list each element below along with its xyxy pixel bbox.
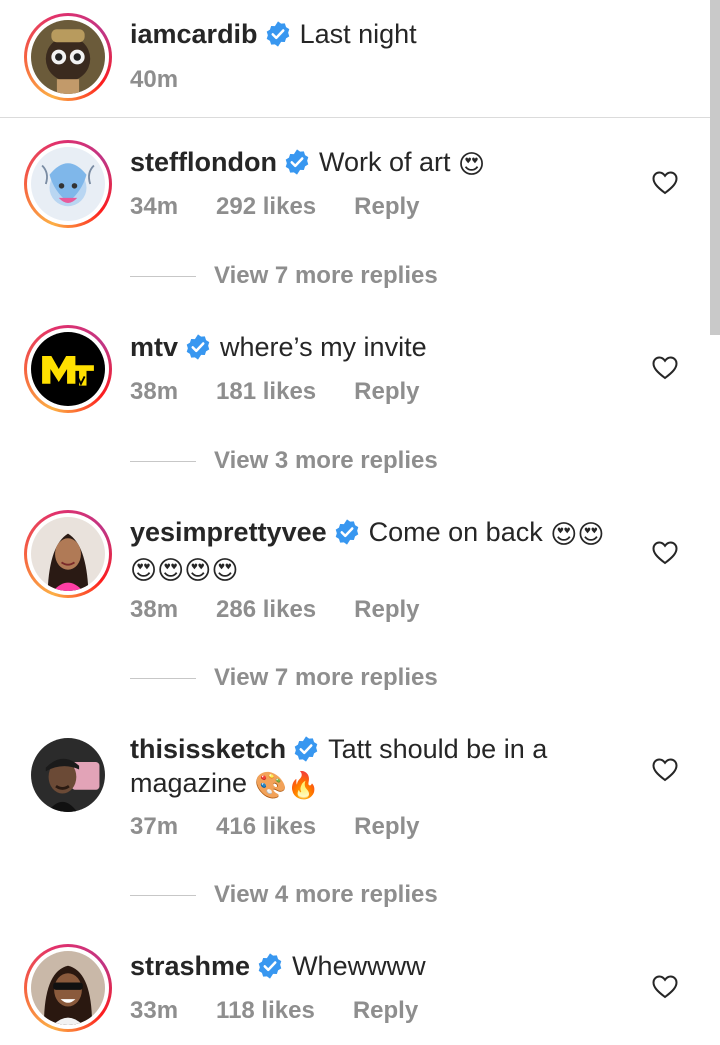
comments-screen: iamcardib Last night 40m stefflondon Wor…: [0, 0, 720, 1045]
comment-text: Come on back: [368, 517, 543, 547]
comment-username[interactable]: stefflondon: [130, 147, 277, 177]
comment-text: Whewwww: [292, 951, 426, 981]
comment-time: 38m: [130, 378, 179, 405]
comment-item: stefflondon Work of art 😍 34m 292 likes Rep…: [0, 118, 710, 303]
comment-item: strashme Whewwww 33m 118 likes Reply: [0, 922, 710, 1045]
reply-button[interactable]: Reply: [354, 193, 419, 220]
comment-text: where’s my invite: [220, 332, 427, 362]
verified-badge-icon: [258, 953, 282, 979]
divider: [130, 460, 196, 462]
verified-badge-icon: [285, 149, 309, 175]
heart-eyes-emoji: 😍😍😍😍: [130, 555, 239, 585]
view-replies-button[interactable]: View 4 more replies: [130, 881, 438, 909]
comment-time: 34m: [130, 193, 179, 220]
likes-count[interactable]: 118 likes: [216, 997, 315, 1024]
avatar-yesimprettyvee[interactable]: [24, 510, 112, 598]
heart-eyes-emoji: 😍: [458, 149, 486, 179]
comment-text: Work of art: [318, 147, 451, 177]
verified-badge-icon: [266, 21, 289, 47]
verified-badge-icon: [186, 334, 210, 360]
divider: [130, 275, 196, 277]
view-replies-button[interactable]: View 3 more replies: [130, 447, 438, 475]
comment-time: 33m: [130, 997, 179, 1024]
avatar-strashme[interactable]: [24, 944, 112, 1032]
view-replies-button[interactable]: View 7 more replies: [130, 262, 438, 290]
reply-button[interactable]: Reply: [354, 813, 419, 840]
caption-time: 40m: [130, 66, 179, 93]
caption-text: Last night: [299, 19, 417, 49]
comment-username[interactable]: mtv: [130, 332, 178, 362]
avatar-thisissketch[interactable]: [24, 731, 112, 819]
heart-eyes-emoji: 😍😍: [550, 519, 605, 549]
avatar-stefflondon[interactable]: [24, 140, 112, 228]
comment-item: yesimprettyvee Come on back 😍😍 😍😍😍😍 38m 28…: [0, 488, 710, 705]
likes-count[interactable]: 181 likes: [216, 378, 316, 405]
comment-time: 38m: [130, 596, 179, 623]
like-heart-icon[interactable]: [652, 356, 678, 380]
likes-count[interactable]: 286 likes: [216, 596, 316, 623]
comment-item: thisissketch Tatt should be in a magazine…: [0, 705, 710, 922]
likes-count[interactable]: 292 likes: [216, 193, 316, 220]
comment-username[interactable]: yesimprettyvee: [130, 517, 327, 547]
comment-username[interactable]: thisissketch: [130, 734, 286, 764]
comment-username[interactable]: strashme: [130, 951, 250, 981]
reply-button[interactable]: Reply: [353, 997, 418, 1024]
avatar-mtv[interactable]: [24, 325, 112, 413]
palette-fire-emoji: 🎨🔥: [254, 770, 320, 800]
scrollbar[interactable]: [710, 0, 720, 335]
reply-button[interactable]: Reply: [354, 378, 419, 405]
divider: [130, 894, 196, 896]
like-heart-icon[interactable]: [652, 541, 678, 565]
caption-username[interactable]: iamcardib: [130, 19, 258, 49]
comment-text: Tatt should be in a: [328, 734, 548, 764]
like-heart-icon[interactable]: [652, 758, 678, 782]
divider: [130, 677, 196, 679]
comment-time: 37m: [130, 813, 179, 840]
verified-badge-icon: [335, 519, 358, 545]
likes-count[interactable]: 416 likes: [216, 813, 316, 840]
avatar-iamcardib[interactable]: [24, 13, 112, 101]
like-heart-icon[interactable]: [652, 975, 678, 999]
view-replies-button[interactable]: View 7 more replies: [130, 664, 438, 692]
comment-item: mtv where’s my invite 38m 181 likes Reply V…: [0, 303, 710, 488]
reply-button[interactable]: Reply: [354, 596, 419, 623]
post-caption: iamcardib Last night 40m: [0, 0, 710, 118]
verified-badge-icon: [294, 736, 318, 762]
like-heart-icon[interactable]: [652, 171, 678, 195]
comment-text-continued: magazine: [130, 768, 248, 798]
